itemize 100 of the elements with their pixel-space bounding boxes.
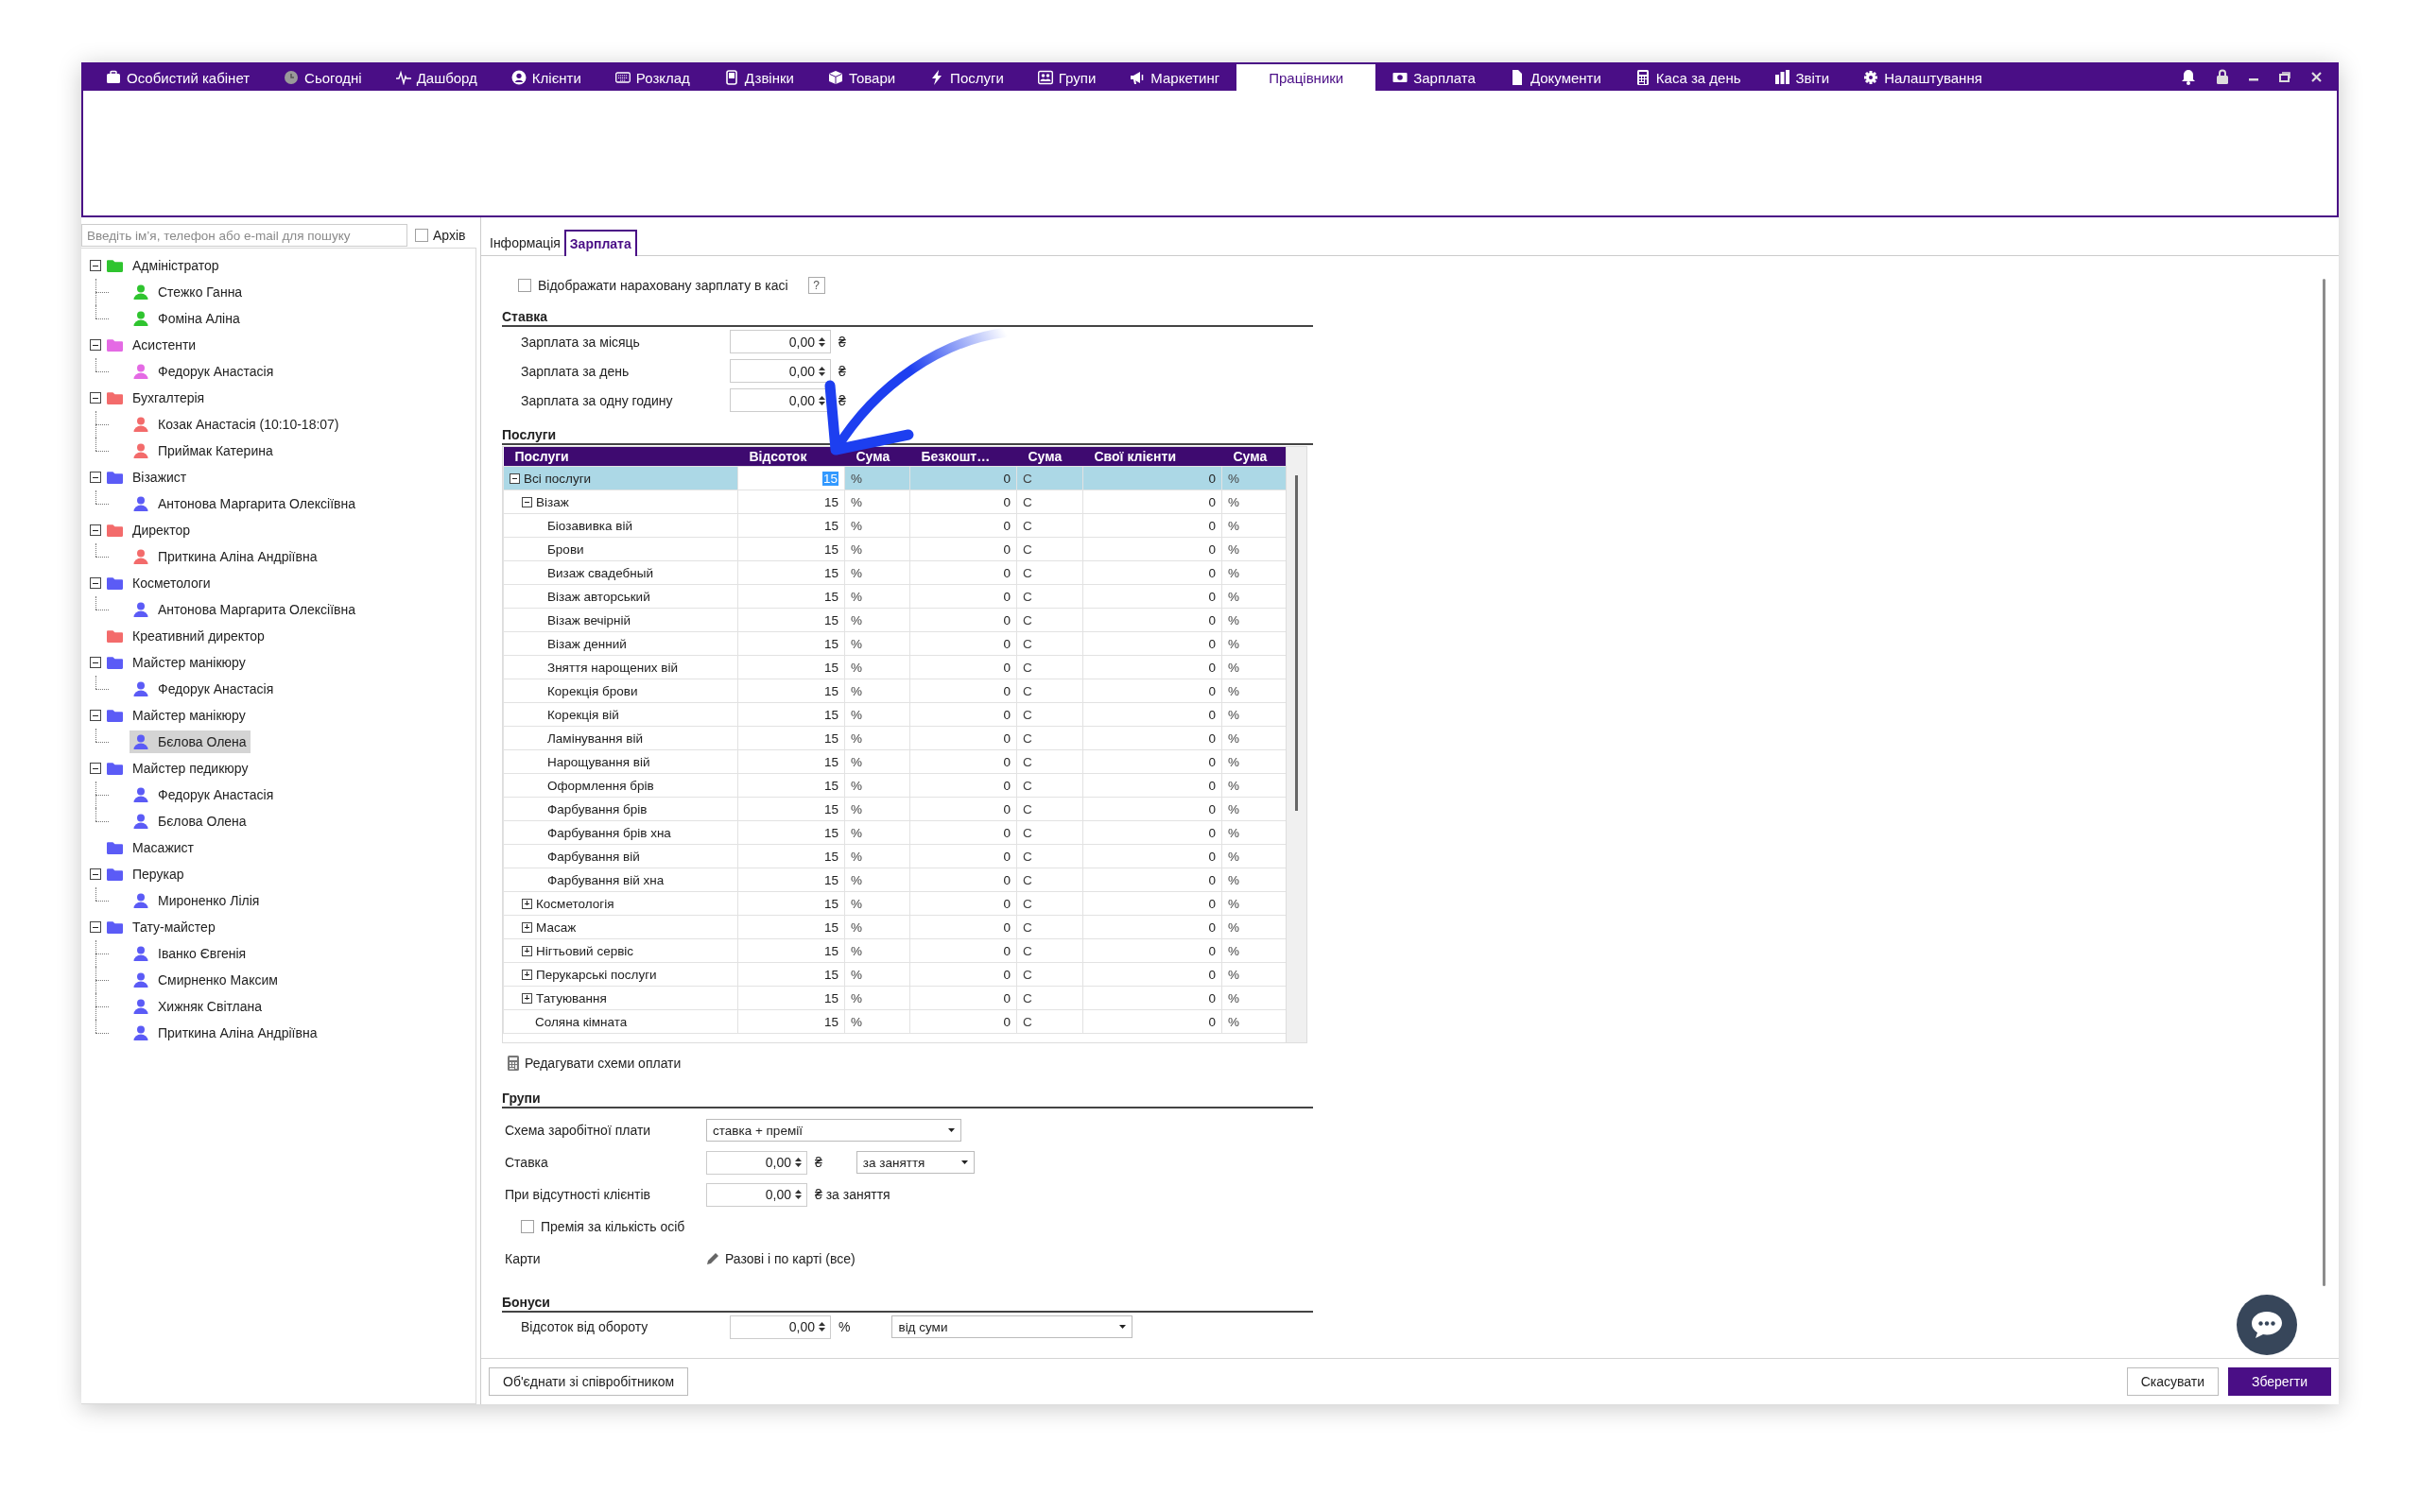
tab[interactable]: Зарплата xyxy=(563,230,637,256)
table-row[interactable]: Корекція брови 15 % 0 С 0 % xyxy=(503,679,1287,703)
employee-item[interactable]: Приймак Катерина xyxy=(130,439,277,462)
group-item[interactable]: Візажист xyxy=(132,470,187,485)
group-item[interactable]: Масажист xyxy=(132,840,194,855)
employee-item[interactable]: Фоміна Аліна xyxy=(130,307,244,330)
employee-item[interactable]: Антонова Маргарита Олексіївна xyxy=(130,598,360,621)
table-row[interactable]: Татуювання 15 % 0 С 0 % xyxy=(503,986,1287,1010)
table-row[interactable]: Фарбування брів 15 % 0 С 0 % xyxy=(503,797,1287,821)
nav-tab[interactable]: Особистий кабінет xyxy=(89,64,268,91)
employee-item[interactable]: Антонова Маргарита Олексіївна xyxy=(130,492,360,515)
save-button[interactable]: Зберегти xyxy=(2228,1367,2331,1396)
column-header[interactable]: Свої клієнти xyxy=(1082,447,1222,467)
employee-item[interactable]: Бєлова Олена xyxy=(130,810,251,833)
table-row[interactable]: Фарбування брів хна 15 % 0 С 0 % xyxy=(503,820,1287,845)
table-row[interactable]: Ламінування вій 15 % 0 С 0 % xyxy=(503,726,1287,750)
nav-tab[interactable]: Товари xyxy=(810,64,913,91)
number-field[interactable]: 0,00 xyxy=(730,359,831,383)
table-cell: 0 xyxy=(909,844,1017,868)
employee-item[interactable]: Федорук Анастасія xyxy=(130,783,278,806)
table-row[interactable]: Оформлення брів 15 % 0 С 0 % xyxy=(503,773,1287,798)
nav-tab[interactable]: Звіти xyxy=(1757,64,1847,91)
employee-item[interactable]: Мироненко Лілія xyxy=(130,889,264,912)
dropdown[interactable]: за заняття xyxy=(856,1151,975,1174)
table-cell: 15 xyxy=(737,702,845,727)
table-row[interactable]: Косметологія 15 % 0 С 0 % xyxy=(503,891,1287,916)
nav-tab[interactable]: Документи xyxy=(1492,64,1618,91)
group-item[interactable]: Адміністратор xyxy=(132,258,219,273)
employee-item[interactable]: Федорук Анастасія xyxy=(130,678,278,700)
table-row[interactable]: Масаж 15 % 0 С 0 % xyxy=(503,915,1287,939)
employee-item[interactable]: Приткина Аліна Андріївна xyxy=(130,1022,321,1044)
edit-schemes-link[interactable]: Редагувати схеми оплати xyxy=(508,1051,682,1075)
help-button[interactable]: ? xyxy=(807,277,825,294)
table-row[interactable]: Нігтьовий сервіс 15 % 0 С 0 % xyxy=(503,938,1287,963)
nav-tab[interactable]: Дзвінки xyxy=(706,64,811,91)
table-row[interactable]: Соляна кімната 15 % 0 С 0 % xyxy=(503,1009,1287,1034)
nav-tab[interactable]: Клієнти xyxy=(493,64,598,91)
column-header[interactable]: Сума xyxy=(1016,447,1083,467)
dropdown[interactable]: ставка + премії xyxy=(706,1119,961,1142)
column-header[interactable]: Сума xyxy=(1221,447,1287,467)
employee-item[interactable]: Стежко Ганна xyxy=(130,281,247,303)
table-row[interactable]: Фарбування вій 15 % 0 С 0 % xyxy=(503,844,1287,868)
table-row[interactable]: Візаж авторський 15 % 0 С 0 % xyxy=(503,584,1287,609)
table-row[interactable]: Визаж свадебный 15 % 0 С 0 % xyxy=(503,560,1287,585)
table-cell: С xyxy=(1016,891,1083,916)
table-row[interactable]: Брови 15 % 0 С 0 % xyxy=(503,537,1287,561)
table-cell: С xyxy=(1016,702,1083,727)
group-item[interactable]: Креативний директор xyxy=(132,628,265,644)
cancel-button[interactable]: Скасувати xyxy=(2126,1367,2219,1396)
table-row[interactable]: Фарбування вій хна 15 % 0 С 0 % xyxy=(503,868,1287,892)
tab[interactable]: Інформація xyxy=(486,231,564,255)
number-field[interactable]: 0,00 xyxy=(730,1314,831,1339)
group-item[interactable]: Асистенти xyxy=(132,337,197,352)
nav-tab[interactable]: Сьогодні xyxy=(267,64,379,91)
group-item[interactable]: Директор xyxy=(132,523,190,538)
table-row[interactable]: Всі послуги 15 % 0 С 0 % xyxy=(503,466,1287,490)
group-item[interactable]: Майстер педикюру xyxy=(132,761,249,776)
employee-item[interactable]: Іванко Євгенія xyxy=(130,942,251,965)
employee-item[interactable]: Бєлова Олена xyxy=(130,730,251,753)
employee-item[interactable]: Хижняк Світлана xyxy=(130,995,267,1018)
group-item[interactable]: Перукар xyxy=(132,867,184,882)
nav-tab[interactable]: Маркетинг xyxy=(1113,64,1237,91)
nav-tab[interactable]: Дашборд xyxy=(378,64,494,91)
nav-tab[interactable]: Зарплата xyxy=(1375,64,1493,91)
group-item[interactable]: Бухгалтерія xyxy=(132,390,205,405)
nav-tab[interactable]: Налаштування xyxy=(1846,64,1999,91)
group-item[interactable]: Косметологи xyxy=(132,576,211,591)
number-field[interactable]: 0,00 xyxy=(706,1182,807,1207)
service-name: Масаж xyxy=(536,919,577,935)
search-field[interactable]: Введіть ім’я, телефон або e-mail для пошуку xyxy=(81,224,407,247)
employee-item[interactable]: Приткина Аліна Андріївна xyxy=(130,545,321,568)
nav-tab[interactable]: Групи xyxy=(1020,64,1114,91)
employee-item[interactable]: Козак Анастасія (10:10-18:07) xyxy=(130,413,343,436)
nav-tab[interactable]: Каса за день xyxy=(1617,64,1758,91)
number-field[interactable]: 0,00 xyxy=(706,1150,807,1175)
column-header[interactable]: Безкошт… xyxy=(909,447,1017,467)
table-row[interactable]: Корекція вій 15 % 0 С 0 % xyxy=(503,702,1287,727)
group-item[interactable]: Майстер манікюру xyxy=(132,708,246,723)
group-item[interactable]: Майстер манікюру xyxy=(132,655,246,670)
table-row[interactable]: Нарощування вій 15 % 0 С 0 % xyxy=(503,749,1287,774)
table-row[interactable]: Візаж 15 % 0 С 0 % xyxy=(503,490,1287,514)
service-name: Брови xyxy=(547,541,584,557)
nav-tab[interactable]: Працівники xyxy=(1236,64,1376,91)
table-row[interactable]: Візаж вечірній 15 % 0 С 0 % xyxy=(503,608,1287,632)
group-item[interactable]: Тату-майстер xyxy=(132,919,216,935)
nav-tab[interactable]: Послуги xyxy=(912,64,1021,91)
employee-item[interactable]: Смирненко Максим xyxy=(130,969,282,991)
nav-tab[interactable]: Розклад xyxy=(597,64,707,91)
table-row[interactable]: Біозавивка вій 15 % 0 С 0 % xyxy=(503,513,1287,538)
merge-button[interactable]: Об'єднати зі співробітником xyxy=(489,1367,689,1396)
table-cell: 0 xyxy=(1082,868,1222,892)
table-row[interactable]: Перукарські послуги 15 % 0 С 0 % xyxy=(503,962,1287,987)
table-row[interactable]: Зняття нарощених вій 15 % 0 С 0 % xyxy=(503,655,1287,679)
table-row[interactable]: Візаж денний 15 % 0 С 0 % xyxy=(503,631,1287,656)
employee-item[interactable]: Федорук Анастасія xyxy=(130,360,278,383)
column-header[interactable]: Послуги xyxy=(503,447,738,467)
service-name: Фарбування брів хна xyxy=(547,825,671,840)
number-field[interactable]: 0,00 xyxy=(730,330,831,353)
column-header[interactable]: Відсоток xyxy=(737,447,845,467)
dropdown[interactable]: від суми xyxy=(891,1315,1133,1338)
